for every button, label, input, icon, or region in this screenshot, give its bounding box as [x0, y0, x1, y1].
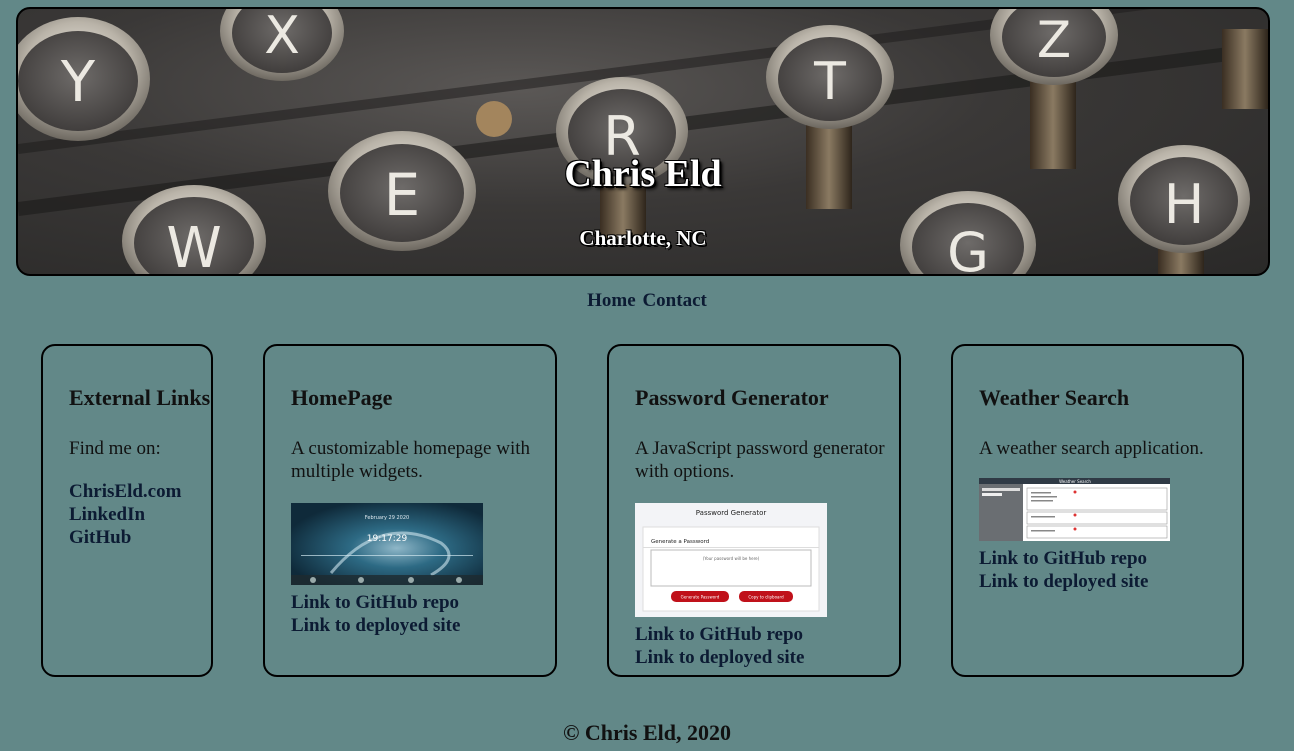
project-links: Link to GitHub repo Link to deployed sit…	[979, 547, 1242, 593]
github-repo-link[interactable]: Link to GitHub repo	[979, 547, 1242, 570]
card-title: Weather Search	[979, 385, 1130, 410]
key-t-icon: T	[766, 25, 894, 129]
card-description: A customizable homepage with multiple wi…	[291, 438, 531, 482]
weather-search-preview-image: Weather Search	[979, 478, 1170, 541]
svg-text:(Your password will be here): (Your password will be here)	[703, 556, 760, 561]
svg-text:Generate Password: Generate Password	[681, 595, 720, 600]
nav-contact-link[interactable]: Contact	[642, 290, 706, 311]
header-banner: Y X E R T Z W G H Chris Eld Charlotte, N…	[16, 7, 1270, 276]
github-repo-link[interactable]: Link to GitHub repo	[291, 591, 555, 614]
svg-text:February 29 2020: February 29 2020	[365, 515, 409, 521]
svg-text:Y: Y	[60, 50, 96, 115]
card-title: Password Generator	[635, 385, 829, 410]
github-repo-link[interactable]: Link to GitHub repo	[635, 623, 899, 646]
homepage-screenshot[interactable]: February 29 2020 19:17:29	[291, 503, 483, 585]
nav-home-link[interactable]: Home	[587, 290, 636, 311]
website-link[interactable]: ChrisEld.com	[69, 480, 211, 503]
svg-text:Weather Search: Weather Search	[1059, 479, 1091, 484]
svg-text:Password Generator: Password Generator	[696, 509, 767, 517]
footer-copyright: © Chris Eld, 2020	[562, 720, 732, 745]
svg-text:T: T	[813, 52, 846, 112]
card-text: Find me on:	[69, 438, 161, 459]
project-links: Link to GitHub repo Link to deployed sit…	[635, 623, 899, 669]
deployed-site-link[interactable]: Link to deployed site	[635, 646, 899, 669]
deployed-site-link[interactable]: Link to deployed site	[291, 614, 555, 637]
external-link-list: ChrisEld.com LinkedIn GitHub	[69, 480, 211, 549]
svg-text:19:17:29: 19:17:29	[367, 534, 408, 544]
location-subtitle: Charlotte, NC	[579, 226, 707, 250]
card-description: A JavaScript password generator with opt…	[635, 438, 885, 482]
project-card-password-generator: Password Generator A JavaScript password…	[607, 344, 901, 677]
svg-text:X: X	[264, 9, 300, 66]
deployed-site-link[interactable]: Link to deployed site	[979, 570, 1242, 593]
page-title: Chris Eld	[564, 153, 722, 195]
card-title: HomePage	[291, 385, 393, 410]
external-links-card: External Links Find me on: ChrisEld.com …	[41, 344, 213, 677]
main-nav: Home Contact	[0, 290, 1294, 312]
linkedin-link[interactable]: LinkedIn	[69, 503, 211, 526]
project-card-homepage: HomePage A customizable homepage with mu…	[263, 344, 557, 677]
key-x-icon: X	[220, 9, 344, 81]
svg-text:Copy to clipboard: Copy to clipboard	[748, 595, 784, 600]
svg-text:Z: Z	[1037, 11, 1071, 69]
homepage-preview-image: February 29 2020 19:17:29	[291, 503, 483, 585]
card-title: External Links	[69, 385, 211, 410]
project-card-weather-search: Weather Search A weather search applicat…	[951, 344, 1244, 677]
weather-search-screenshot[interactable]: Weather Search	[979, 478, 1170, 541]
card-description: A weather search application.	[979, 438, 1204, 459]
project-links: Link to GitHub repo Link to deployed sit…	[291, 591, 555, 637]
password-generator-preview-image: Password Generator Generate a Password (…	[635, 503, 827, 617]
svg-text:Generate a Password: Generate a Password	[651, 539, 709, 545]
password-generator-screenshot[interactable]: Password Generator Generate a Password (…	[635, 503, 827, 617]
key-y-icon: Y	[18, 17, 150, 141]
github-link[interactable]: GitHub	[69, 526, 211, 549]
